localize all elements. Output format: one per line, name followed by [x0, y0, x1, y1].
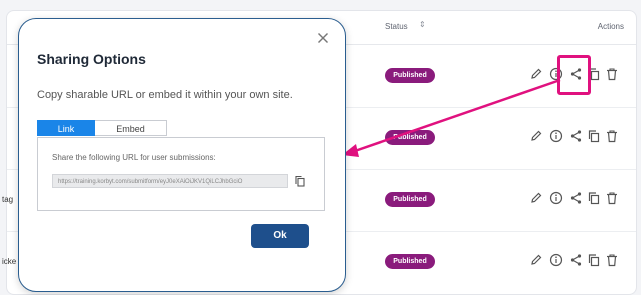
info-icon[interactable] — [549, 191, 563, 205]
status-badge: Published — [385, 130, 435, 145]
ok-button[interactable]: Ok — [251, 224, 309, 248]
share-icon[interactable] — [569, 191, 583, 205]
url-label: Share the following URL for user submiss… — [52, 153, 216, 162]
share-url-field[interactable]: https://training.korbyt.com/submitform/e… — [52, 174, 288, 188]
edit-icon[interactable] — [529, 253, 543, 267]
copy-icon[interactable] — [587, 129, 601, 143]
edit-icon[interactable] — [529, 67, 543, 81]
row-actions — [529, 253, 625, 269]
copy-url-icon[interactable] — [294, 175, 306, 187]
tab-link[interactable]: Link — [37, 120, 95, 136]
row-actions — [529, 191, 625, 207]
row-name: icke — [2, 257, 17, 266]
delete-icon[interactable] — [605, 191, 619, 205]
delete-icon[interactable] — [605, 253, 619, 267]
status-badge: Published — [385, 68, 435, 83]
actions-column-header: Actions — [597, 22, 624, 31]
edit-icon[interactable] — [529, 191, 543, 205]
sort-icon[interactable]: ⇕ — [419, 21, 426, 29]
modal-description: Copy sharable URL or embed it within you… — [37, 89, 293, 101]
copy-icon[interactable] — [587, 191, 601, 205]
modal-title: Sharing Options — [37, 51, 146, 67]
link-panel: Share the following URL for user submiss… — [37, 137, 325, 211]
tab-embed[interactable]: Embed — [95, 120, 167, 136]
info-icon[interactable] — [549, 129, 563, 143]
status-badge: Published — [385, 192, 435, 207]
row-name: tag — [2, 195, 14, 204]
copy-icon[interactable] — [587, 253, 601, 267]
delete-icon[interactable] — [605, 129, 619, 143]
share-icon-highlight-box — [557, 55, 591, 95]
share-icon[interactable] — [569, 129, 583, 143]
close-icon[interactable] — [317, 32, 329, 44]
info-icon[interactable] — [549, 253, 563, 267]
status-badge: Published — [385, 254, 435, 269]
status-column-header[interactable]: Status — [385, 22, 408, 31]
edit-icon[interactable] — [529, 129, 543, 143]
row-actions — [529, 129, 625, 145]
share-icon[interactable] — [569, 253, 583, 267]
delete-icon[interactable] — [605, 67, 619, 81]
sharing-options-modal: Sharing Options Copy sharable URL or emb… — [18, 18, 346, 292]
